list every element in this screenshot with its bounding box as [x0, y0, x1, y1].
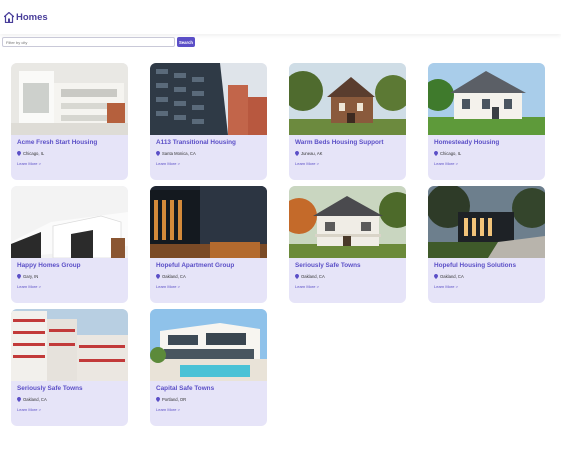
card-location: Chicago, IL [17, 151, 122, 156]
housing-card[interactable]: Hopeful Apartment Group Oakland, CA Lear… [150, 186, 267, 303]
location-pin-icon [434, 274, 438, 279]
learn-more-link[interactable]: Learn More > [156, 161, 261, 166]
learn-more-link[interactable]: Learn More > [156, 284, 261, 289]
housing-photo-modern-white-apartment [11, 63, 128, 135]
location-pin-icon [156, 274, 160, 279]
search-button[interactable]: Search [177, 37, 195, 47]
learn-more-link[interactable]: Learn More > [156, 407, 261, 412]
housing-photo-red-white-towers [11, 309, 128, 381]
card-title: Seriously Safe Towns [295, 262, 361, 269]
card-location: Juneau, AK [295, 151, 400, 156]
housing-card[interactable]: Homesteady Housing Chicago, IL Learn Mor… [428, 63, 545, 180]
card-title: Warm Beds Housing Support [295, 139, 384, 146]
housing-photo-autumn-craftsman-house [289, 186, 406, 258]
card-title: Capital Safe Towns [156, 385, 215, 392]
brand-title[interactable]: Homes [16, 12, 48, 23]
learn-more-link[interactable]: Learn More > [17, 161, 122, 166]
card-location: Santa Monica, CA [156, 151, 261, 156]
housing-card[interactable]: Hopeful Housing Solutions Oakland, CA Le… [428, 186, 545, 303]
card-location: Oakland, CA [156, 274, 261, 279]
location-pin-icon [295, 151, 299, 156]
learn-more-link[interactable]: Learn More > [434, 161, 539, 166]
card-title: A113 Transitional Housing [156, 139, 236, 146]
housing-card[interactable]: A113 Transitional Housing Santa Monica, … [150, 63, 267, 180]
location-pin-icon [17, 397, 21, 402]
card-location: Oakland, CA [434, 274, 539, 279]
housing-card[interactable]: Happy Homes Group Gary, IN Learn More > [11, 186, 128, 303]
search-input[interactable] [2, 37, 175, 47]
location-pin-icon [17, 274, 21, 279]
card-location: Portland, OR [156, 397, 261, 402]
location-pin-icon [156, 397, 160, 402]
location-pin-icon [295, 274, 299, 279]
housing-card[interactable]: Acme Fresh Start Housing Chicago, IL Lea… [11, 63, 128, 180]
card-title: Acme Fresh Start Housing [17, 139, 98, 146]
card-title: Homesteady Housing [434, 139, 500, 146]
card-title: Happy Homes Group [17, 262, 81, 269]
housing-card[interactable]: Warm Beds Housing Support Juneau, AK Lea… [289, 63, 406, 180]
card-location: Oakland, CA [295, 274, 400, 279]
location-pin-icon [17, 151, 21, 156]
search-bar: Search [2, 37, 195, 47]
card-title: Hopeful Housing Solutions [434, 262, 517, 269]
housing-photo-victorian-house [289, 63, 406, 135]
learn-more-link[interactable]: Learn More > [434, 284, 539, 289]
card-title: Hopeful Apartment Group [156, 262, 235, 269]
housing-photo-night-apartment-building [150, 186, 267, 258]
location-pin-icon [156, 151, 160, 156]
housing-photo-dark-apartment-tower [150, 63, 267, 135]
learn-more-link[interactable]: Learn More > [295, 161, 400, 166]
card-location: Chicago, IL [434, 151, 539, 156]
housing-photo-modern-house-dusk [428, 186, 545, 258]
card-location: Gary, IN [17, 274, 122, 279]
learn-more-link[interactable]: Learn More > [17, 407, 122, 412]
housing-card[interactable]: Seriously Safe Towns Oakland, CA Learn M… [11, 309, 128, 426]
housing-photo-white-modern-house [11, 186, 128, 258]
housing-card[interactable]: Seriously Safe Towns Oakland, CA Learn M… [289, 186, 406, 303]
housing-card[interactable]: Capital Safe Towns Portland, OR Learn Mo… [150, 309, 267, 426]
card-location: Oakland, CA [17, 397, 122, 402]
learn-more-link[interactable]: Learn More > [295, 284, 400, 289]
housing-photo-villa-with-pool [150, 309, 267, 381]
house-icon [4, 11, 14, 23]
card-title: Seriously Safe Towns [17, 385, 83, 392]
learn-more-link[interactable]: Learn More > [17, 284, 122, 289]
top-header: Homes [0, 0, 561, 34]
location-pin-icon [434, 151, 438, 156]
housing-photo-white-colonial-house [428, 63, 545, 135]
housing-grid: Acme Fresh Start Housing Chicago, IL Lea… [11, 63, 545, 426]
